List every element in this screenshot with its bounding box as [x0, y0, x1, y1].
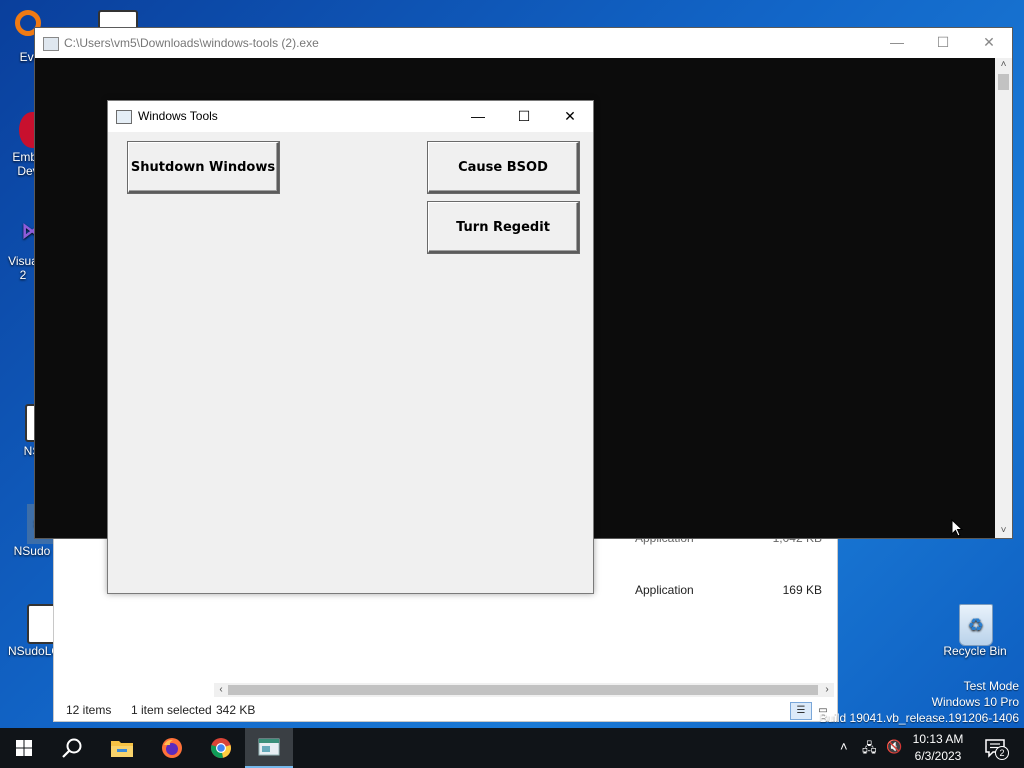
document-icon — [1, 602, 57, 644]
tools-title: Windows Tools — [138, 109, 218, 123]
firefox-icon — [162, 738, 182, 758]
close-button[interactable]: ✕ — [547, 101, 593, 132]
search-icon — [62, 738, 82, 758]
notifications-button[interactable]: 2 — [980, 734, 1010, 762]
windows-tools-taskbar-button[interactable] — [245, 728, 293, 768]
close-button[interactable]: ✕ — [966, 28, 1012, 58]
file-type: Application — [635, 583, 694, 597]
show-hidden-icons-icon[interactable]: ˄ — [840, 739, 848, 754]
start-icon — [16, 740, 32, 756]
minimize-button[interactable]: — — [874, 28, 920, 58]
vertical-scrollbar[interactable]: ˄ ˅ — [995, 58, 1012, 538]
scrollbar-thumb[interactable] — [228, 685, 818, 695]
clock-time: 10:13 AM — [912, 732, 964, 746]
maximize-button[interactable]: ☐ — [920, 28, 966, 58]
console-app-icon — [43, 37, 59, 51]
chrome-icon — [211, 738, 231, 758]
item-count: 12 items — [66, 703, 112, 717]
watermark-line: Windows 10 Pro — [931, 695, 1019, 709]
desktop-icon-label: NSudoLC — [8, 644, 61, 658]
turn-regedit-button[interactable]: Turn Regedit — [428, 202, 579, 253]
horizontal-scrollbar[interactable]: ‹ › — [214, 683, 834, 697]
recycle-bin-icon: ♻ — [955, 602, 995, 646]
clock-date: 6/3/2023 — [914, 749, 962, 763]
start-button[interactable] — [0, 728, 48, 768]
network-icon[interactable]: 🖧 — [862, 739, 877, 761]
recycle-bin[interactable]: ♻ Recycle Bin — [940, 602, 1010, 658]
scrollbar-thumb[interactable] — [998, 74, 1009, 90]
watermark-line: Test Mode — [963, 679, 1019, 693]
selection-info: 1 item selected — [131, 703, 212, 717]
notification-count-badge: 2 — [995, 746, 1009, 760]
desktop-icon-label: NSudo — [13, 544, 51, 558]
maximize-button[interactable]: ☐ — [501, 101, 547, 132]
details-view-icon[interactable]: ☰ — [790, 702, 812, 720]
console-title: C:\Users\vm5\Downloads\windows-tools (2)… — [64, 36, 319, 50]
windows-tools-window[interactable]: Windows Tools — ☐ ✕ Shutdown Windows Cau… — [107, 100, 594, 594]
selection-size: 342 KB — [216, 703, 256, 717]
minimize-button[interactable]: — — [455, 101, 501, 132]
volume-muted-icon[interactable]: 🔇 — [886, 739, 902, 755]
test-mode-watermark: Test Mode Windows 10 Pro Build 19041.vb_… — [820, 678, 1020, 726]
tools-titlebar[interactable]: Windows Tools — ☐ ✕ — [108, 101, 593, 132]
file-size: 169 KB — [782, 583, 822, 597]
file-explorer-icon — [111, 741, 133, 757]
chrome-taskbar-button[interactable] — [197, 728, 245, 768]
shutdown-windows-button[interactable]: Shutdown Windows — [128, 142, 279, 193]
scroll-up-icon[interactable]: ˄ — [995, 58, 1012, 72]
search-button[interactable] — [48, 728, 96, 768]
taskbar-clock[interactable]: 10:13 AM 6/3/2023 — [906, 731, 970, 765]
desktop-icon-nsudolc[interactable]: NSudoLC — [0, 602, 61, 658]
tools-app-icon — [116, 110, 132, 124]
app-icon — [258, 738, 280, 756]
status-bar: 12 items 1 item selected 342 KB ☰ ▭ — [54, 699, 837, 721]
taskbar: ˄ 🖧 🔇 10:13 AM 6/3/2023 2 — [0, 728, 1024, 768]
scroll-down-icon[interactable]: ˅ — [995, 524, 1012, 538]
file-explorer-taskbar-button[interactable] — [98, 728, 146, 768]
recycle-bin-label: Recycle Bin — [943, 644, 1007, 658]
mouse-cursor-icon — [951, 519, 963, 537]
watermark-line: Build 19041.vb_release.191206-1406 — [819, 711, 1020, 725]
console-titlebar[interactable]: C:\Users\vm5\Downloads\windows-tools (2)… — [35, 28, 1012, 58]
cause-bsod-button[interactable]: Cause BSOD — [428, 142, 579, 193]
scroll-left-icon[interactable]: ‹ — [214, 683, 228, 697]
firefox-taskbar-button[interactable] — [148, 728, 196, 768]
